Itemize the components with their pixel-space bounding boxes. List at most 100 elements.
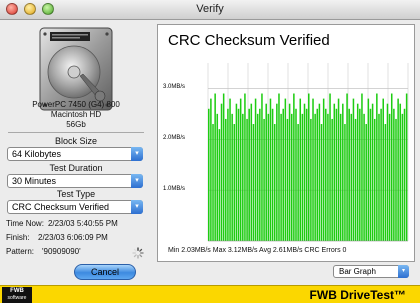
bar <box>210 98 212 241</box>
bar <box>216 113 219 241</box>
bar <box>327 113 329 241</box>
fwb-logo: FWB software <box>2 287 32 303</box>
footer-bar: FWB software FWB DriveTest™ <box>0 285 420 303</box>
graph-type-select[interactable]: Bar Graph ▾ <box>333 265 409 278</box>
block-size-select[interactable]: 64 Kilobytes ▾ <box>7 147 143 161</box>
bar <box>256 113 259 241</box>
chevron-down-icon: ▾ <box>131 147 143 161</box>
bar <box>378 113 380 241</box>
block-size-value: 64 Kilobytes <box>12 149 62 159</box>
bar <box>376 93 378 241</box>
title-bar: Verify <box>0 0 420 20</box>
bar <box>380 108 382 242</box>
chart-title: CRC Checksum Verified <box>168 32 330 49</box>
bar <box>229 98 231 241</box>
bar <box>384 124 387 241</box>
chevron-down-icon: ▾ <box>131 200 143 214</box>
test-duration-value: 30 Minutes <box>12 176 57 186</box>
y-tick-label: 2.0MB/s <box>163 135 186 142</box>
bar <box>282 108 284 242</box>
chart-panel: CRC Checksum Verified 1.0MB/s 2.0MB/s 3.0M… <box>157 24 415 262</box>
logo-subtext: software <box>7 295 27 301</box>
bar <box>388 113 391 241</box>
bar <box>367 98 370 241</box>
bar <box>263 118 265 241</box>
bar <box>305 108 308 242</box>
bar <box>233 124 236 241</box>
bar <box>244 93 246 241</box>
bar <box>303 103 306 241</box>
bar <box>339 113 342 241</box>
disk-volume: Macintosh HD <box>50 110 102 119</box>
throughput-stats: Min 2.03MB/s Max 3.12MB/s Avg 2.61MB/s C… <box>168 247 347 254</box>
bar <box>386 103 389 241</box>
bar <box>405 93 408 241</box>
finish-value: 2/23/03 6:06:09 PM <box>38 233 108 242</box>
bar <box>288 103 291 241</box>
bar <box>369 108 372 242</box>
bar <box>239 98 242 241</box>
bar <box>318 103 321 241</box>
test-type-select[interactable]: CRC Checksum Verified ▾ <box>7 200 143 214</box>
test-duration-select[interactable]: 30 Minutes ▾ <box>7 174 143 188</box>
bar <box>312 98 314 241</box>
bar <box>227 108 229 242</box>
bar <box>395 118 397 241</box>
bar <box>401 113 404 241</box>
bar <box>290 113 293 241</box>
bar <box>335 108 338 242</box>
bar <box>235 103 238 241</box>
chevron-down-icon: ▾ <box>131 174 143 188</box>
product-name: FWB DriveTest™ <box>309 288 406 302</box>
graph-type-value: Bar Graph <box>339 267 376 276</box>
bar <box>316 108 319 242</box>
bar <box>248 108 250 242</box>
bar <box>403 108 406 242</box>
sidebar: PowerPC 7450 (G4) 800 Macintosh HD 56Gb … <box>0 20 152 285</box>
y-tick-label: 1.0MB/s <box>163 186 186 193</box>
bar <box>280 113 282 241</box>
bar <box>267 113 270 241</box>
bar <box>348 108 350 242</box>
bar <box>286 118 289 241</box>
bar <box>269 98 272 241</box>
bar <box>252 124 255 241</box>
bar <box>220 103 223 241</box>
bar <box>297 124 299 241</box>
bar <box>397 98 399 241</box>
throughput-bar-chart <box>207 63 409 242</box>
time-now-row: Time Now: 2/23/03 5:40:55 PM <box>6 219 118 228</box>
window-title: Verify <box>196 3 224 15</box>
bar <box>293 93 295 241</box>
test-duration-label: Test Duration <box>49 163 103 173</box>
bar <box>301 113 304 241</box>
bar <box>208 108 210 242</box>
bar <box>222 93 225 241</box>
pattern-label: Pattern: <box>6 247 35 256</box>
bar <box>259 108 261 242</box>
test-type-value: CRC Checksum Verified <box>12 202 110 212</box>
cancel-button[interactable]: Cancel <box>74 264 136 280</box>
bar <box>254 98 257 241</box>
bar <box>310 118 312 241</box>
bar <box>212 124 214 241</box>
time-now-label: Time Now: <box>6 219 44 228</box>
bar <box>331 118 333 241</box>
bar <box>350 113 353 241</box>
bar <box>352 98 355 241</box>
bar <box>359 108 361 242</box>
y-tick-label: 3.0MB/s <box>163 84 186 91</box>
bar <box>363 113 365 241</box>
bar <box>371 103 374 241</box>
finish-label: Finish: <box>6 233 30 242</box>
bar <box>390 93 393 241</box>
test-type-label: Test Type <box>56 189 96 199</box>
bar <box>246 118 248 241</box>
bar <box>261 93 263 241</box>
bar <box>393 108 395 242</box>
block-size-label: Block Size <box>54 136 98 146</box>
bar <box>218 129 221 241</box>
bar <box>361 93 363 241</box>
bar <box>237 108 240 242</box>
bar <box>271 108 274 242</box>
